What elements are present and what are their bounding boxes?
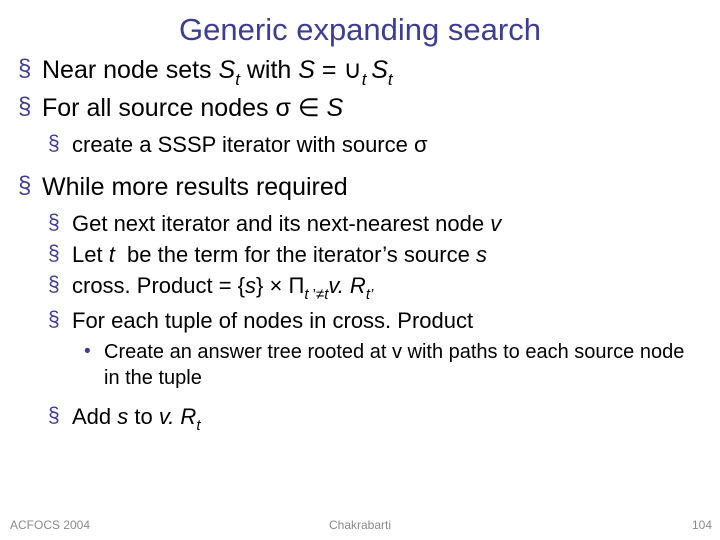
- bullet-list-level2-c: Add s to v. Rt: [48, 402, 698, 435]
- bullet-list-level2-a: create a SSSP iterator with source σ: [48, 130, 698, 159]
- slide: Generic expanding search Near node sets …: [0, 0, 720, 540]
- bullet-for-each-tuple: For each tuple of nodes in cross. Produc…: [48, 306, 698, 335]
- bullet-create-sssp: create a SSSP iterator with source σ: [48, 130, 698, 159]
- bullet-list-level3: Create an answer tree rooted at v with p…: [82, 339, 698, 392]
- bullet-list-level2-b: Get next iterator and its next-nearest n…: [48, 209, 698, 335]
- slide-content: Near node sets St with S = ∪t St For all…: [0, 54, 720, 441]
- bullet-for-all-source: For all source nodes σ ∈ S: [18, 92, 698, 124]
- slide-title: Generic expanding search: [0, 0, 720, 54]
- bullet-let-t: Let t be the term for the iterator’s sou…: [48, 240, 698, 269]
- footer-right: 104: [692, 518, 712, 532]
- bullet-list-level1: Near node sets St with S = ∪t St For all…: [18, 54, 698, 124]
- bullet-add-s: Add s to v. Rt: [48, 402, 698, 435]
- bullet-while-more: While more results required: [18, 171, 698, 203]
- bullet-create-answer-tree: Create an answer tree rooted at v with p…: [82, 339, 698, 392]
- bullet-list-level1-b: While more results required: [18, 171, 698, 203]
- bullet-get-next: Get next iterator and its next-nearest n…: [48, 209, 698, 238]
- bullet-cross-product: cross. Product = {s} × Πt ’≠tv. Rt’: [48, 271, 698, 304]
- bullet-near-node-sets: Near node sets St with S = ∪t St: [18, 54, 698, 90]
- footer-center: Chakrabarti: [0, 518, 720, 532]
